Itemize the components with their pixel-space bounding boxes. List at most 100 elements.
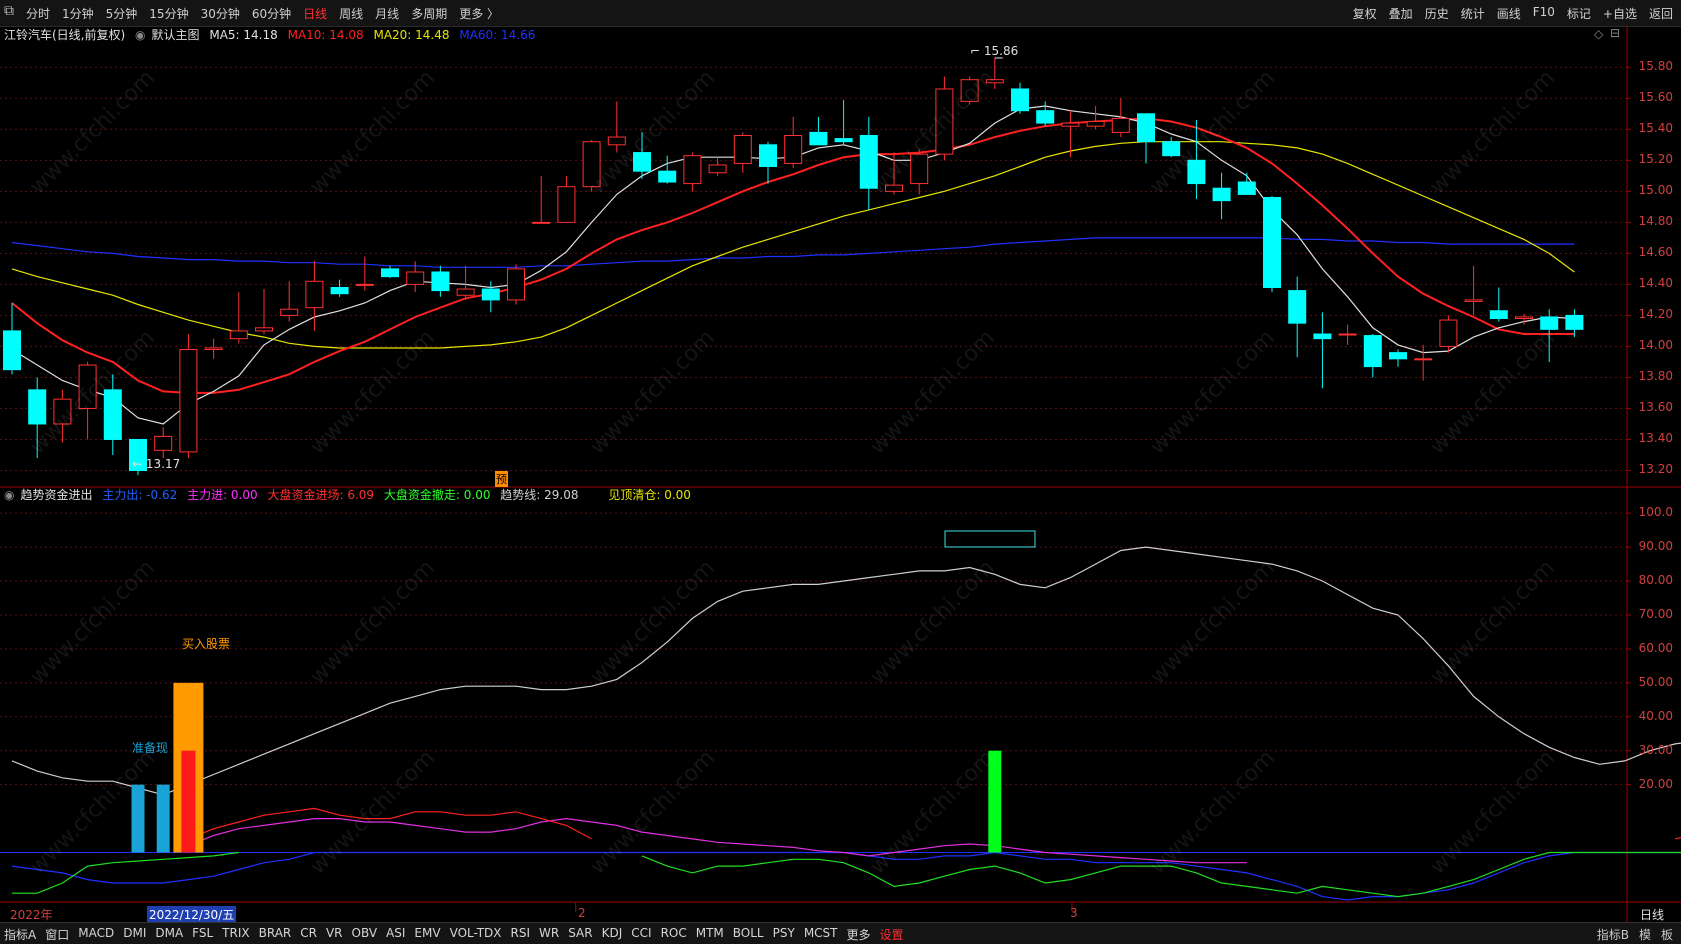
- price-tick-label: 14.20: [1638, 307, 1673, 322]
- bottom-right-buttons: 指标B 模板: [1597, 926, 1673, 943]
- bottom-toolbar: 指标A 窗口 MACD DMI DMA FSL TRIX BRAR CR VR OBV ASI EMV V…: [0, 922, 1681, 944]
- indicator-tab-0[interactable]: 指标A: [4, 926, 36, 943]
- bottom-right-button-2[interactable]: 板: [1661, 926, 1673, 943]
- price-tick-label: 15.40: [1638, 121, 1673, 136]
- toolbar-button-4[interactable]: 画线: [1497, 5, 1521, 22]
- toolbar-button-7[interactable]: +自选: [1603, 5, 1637, 22]
- indicator-tab-11[interactable]: ASI: [386, 926, 405, 943]
- indicator-tab-4[interactable]: DMA: [155, 926, 183, 943]
- indicator-tab-17[interactable]: KDJ: [602, 926, 623, 943]
- top-right-buttons: 复权 叠加 历史 统计 画线 F10 标记 +自选 返回: [1353, 5, 1673, 22]
- indicator-tab-13[interactable]: VOL-TDX: [450, 926, 502, 943]
- top-clear-value: 见顶清仓: 0.00: [608, 488, 691, 502]
- indicator-tab-14[interactable]: RSI: [511, 926, 531, 943]
- price-tick-label: 13.80: [1638, 369, 1673, 384]
- toolbar-button-3[interactable]: 统计: [1461, 5, 1485, 22]
- indicator-tab-2[interactable]: MACD: [78, 926, 114, 943]
- chart-canvas[interactable]: [0, 26, 1681, 922]
- indicator-tab-19[interactable]: ROC: [661, 926, 687, 943]
- indicator-tab-12[interactable]: EMV: [414, 926, 440, 943]
- toolbar-button-0[interactable]: 复权: [1353, 5, 1377, 22]
- indicator-tab-20[interactable]: MTM: [696, 926, 724, 943]
- candle-body: [1313, 333, 1332, 340]
- candle-body: [1414, 358, 1433, 361]
- period-tab-3[interactable]: 15分钟: [149, 5, 188, 22]
- indicator-tab-23[interactable]: MCST: [804, 926, 838, 943]
- period-tab-9[interactable]: 多周期: [411, 5, 447, 22]
- period-tab-10[interactable]: 更多 〉: [459, 5, 499, 22]
- high-price-label: ⌐ 15.86: [970, 44, 1019, 58]
- bottom-right-button-1[interactable]: 模: [1639, 926, 1651, 943]
- indicator-tab-3[interactable]: DMI: [123, 926, 146, 943]
- bottom-right-button-0[interactable]: 指标B: [1597, 926, 1629, 943]
- indicator-tab-22[interactable]: PSY: [773, 926, 795, 943]
- indicator-tab-8[interactable]: CR: [300, 926, 317, 943]
- main-in-value: 主力进: 0.00: [187, 488, 258, 502]
- period-tab-0[interactable]: 分时: [26, 5, 50, 22]
- candle-body: [1061, 122, 1080, 127]
- candle-body: [456, 288, 475, 296]
- period-tab-4[interactable]: 30分钟: [201, 5, 240, 22]
- indicator-tab-7[interactable]: BRAR: [259, 926, 292, 943]
- period-tab-7[interactable]: 周线: [339, 5, 363, 22]
- window-menu-icon[interactable]: ⧉: [4, 3, 14, 19]
- indicator-bar: [131, 784, 145, 853]
- indicator-tab-24[interactable]: 更多: [847, 926, 871, 943]
- main-chart-legend: 江铃汽车(日线,前复权) ◉ 默认主图 MA5: 14.18 MA10: 14.0…: [4, 26, 541, 43]
- settings-icon[interactable]: ⊟: [1610, 26, 1620, 40]
- indicator-blue-line: [11, 851, 1681, 901]
- trend-value: 趋势线: 29.08: [500, 488, 579, 502]
- indicator-tab-21[interactable]: BOLL: [733, 926, 764, 943]
- toolbar-button-6[interactable]: 标记: [1567, 5, 1591, 22]
- candle-body: [1011, 88, 1029, 112]
- indicator-tick-label: 70.00: [1638, 606, 1673, 621]
- price-tick-label: 13.60: [1638, 400, 1673, 415]
- indicator-tab-1[interactable]: 窗口: [45, 926, 69, 943]
- indicator-tick-label: 100.0: [1638, 505, 1673, 520]
- period-tab-6[interactable]: 日线: [303, 5, 327, 22]
- indicator-magenta-line: [188, 817, 1247, 864]
- indicator-tab-5[interactable]: FSL: [192, 926, 213, 943]
- month-2-label: 2: [578, 906, 586, 920]
- candle-body: [859, 135, 878, 189]
- period-tab-2[interactable]: 5分钟: [106, 5, 138, 22]
- candle-body: [103, 389, 122, 440]
- forecast-marker[interactable]: 预: [495, 471, 508, 487]
- candle-body: [1540, 316, 1559, 330]
- candle-body: [1263, 197, 1281, 288]
- template-icon[interactable]: ◉: [135, 28, 145, 42]
- candle-body: [1565, 314, 1584, 330]
- toolbar-button-1[interactable]: 叠加: [1389, 5, 1413, 22]
- period-tab-1[interactable]: 1分钟: [62, 5, 94, 22]
- template-name[interactable]: 默认主图: [152, 28, 200, 42]
- toolbar-button-8[interactable]: 返回: [1649, 5, 1673, 22]
- year-label: 2022年: [10, 908, 53, 922]
- indicator-tab-9[interactable]: VR: [326, 926, 343, 943]
- indicator-name[interactable]: 趋势资金进出: [20, 488, 92, 502]
- period-tab-5[interactable]: 60分钟: [252, 5, 291, 22]
- indicator-collapse-icon[interactable]: ◉: [4, 488, 14, 502]
- indicator-tab-15[interactable]: WR: [539, 926, 559, 943]
- candle-body: [481, 288, 500, 301]
- indicator-bar: [181, 750, 196, 853]
- diamond-icon[interactable]: ◇: [1594, 27, 1603, 41]
- period-label-right[interactable]: 日线: [1640, 906, 1664, 923]
- indicator-tab-16[interactable]: SAR: [568, 926, 592, 943]
- ma60-line: [11, 237, 1575, 268]
- indicator-tab-18[interactable]: CCI: [631, 926, 651, 943]
- stock-title[interactable]: 江铃汽车(日线,前复权): [4, 28, 125, 42]
- candle-body: [355, 283, 374, 286]
- market-out-value: 大盘资金撤走: 0.00: [383, 488, 491, 502]
- period-tab-8[interactable]: 月线: [375, 5, 399, 22]
- indicator-tab-25[interactable]: 设置: [880, 926, 904, 943]
- price-tick-label: 15.80: [1638, 59, 1673, 74]
- indicator-tab-6[interactable]: TRIX: [222, 926, 249, 943]
- candle-body: [154, 435, 173, 451]
- indicator-tick-label: 90.00: [1638, 539, 1673, 554]
- toolbar-button-5[interactable]: F10: [1533, 5, 1555, 22]
- indicator-tab-10[interactable]: OBV: [352, 926, 378, 943]
- toolbar-button-2[interactable]: 历史: [1425, 5, 1449, 22]
- candle-body: [78, 364, 97, 409]
- candle-body: [1086, 121, 1105, 127]
- candle-body: [985, 79, 1004, 84]
